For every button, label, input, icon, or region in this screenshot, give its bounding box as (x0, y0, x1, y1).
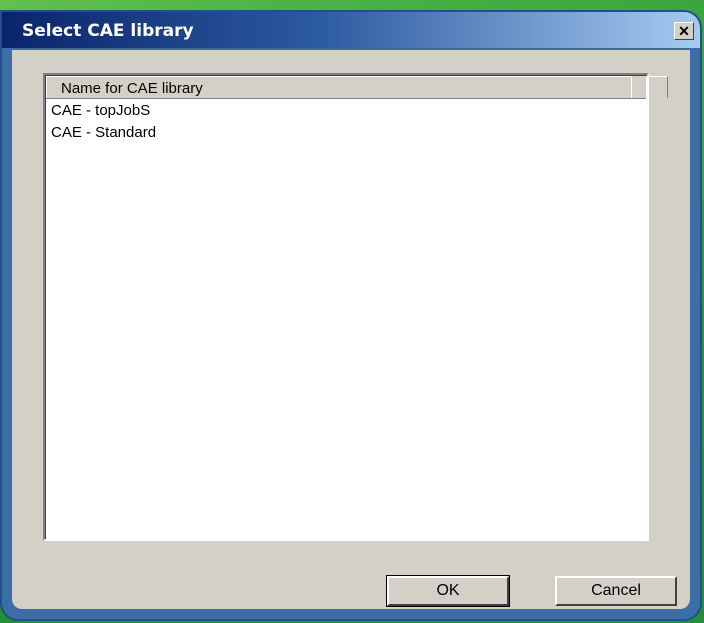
close-button[interactable]: ✕ (674, 22, 694, 40)
list-rows: CAE - topJobS CAE - Standard (48, 101, 644, 145)
list-item[interactable]: CAE - topJobS (48, 101, 644, 123)
title-bar[interactable]: Select CAE library ✕ (2, 12, 700, 48)
column-header-filler (631, 76, 646, 98)
close-icon: ✕ (678, 23, 690, 39)
ok-button[interactable]: OK (386, 575, 510, 607)
list-item[interactable]: CAE - Standard (48, 123, 644, 145)
dialog-client-area: Name for CAE library CAE - topJobS CAE -… (12, 50, 690, 609)
cae-library-list[interactable]: Name for CAE library CAE - topJobS CAE -… (43, 73, 668, 541)
list-column-header-row: Name for CAE library (46, 76, 668, 99)
column-header-name[interactable]: Name for CAE library (46, 76, 668, 98)
cancel-button[interactable]: Cancel (555, 576, 677, 606)
window-title: Select CAE library (22, 21, 194, 41)
select-cae-library-dialog: Select CAE library ✕ Name for CAE librar… (0, 10, 702, 621)
